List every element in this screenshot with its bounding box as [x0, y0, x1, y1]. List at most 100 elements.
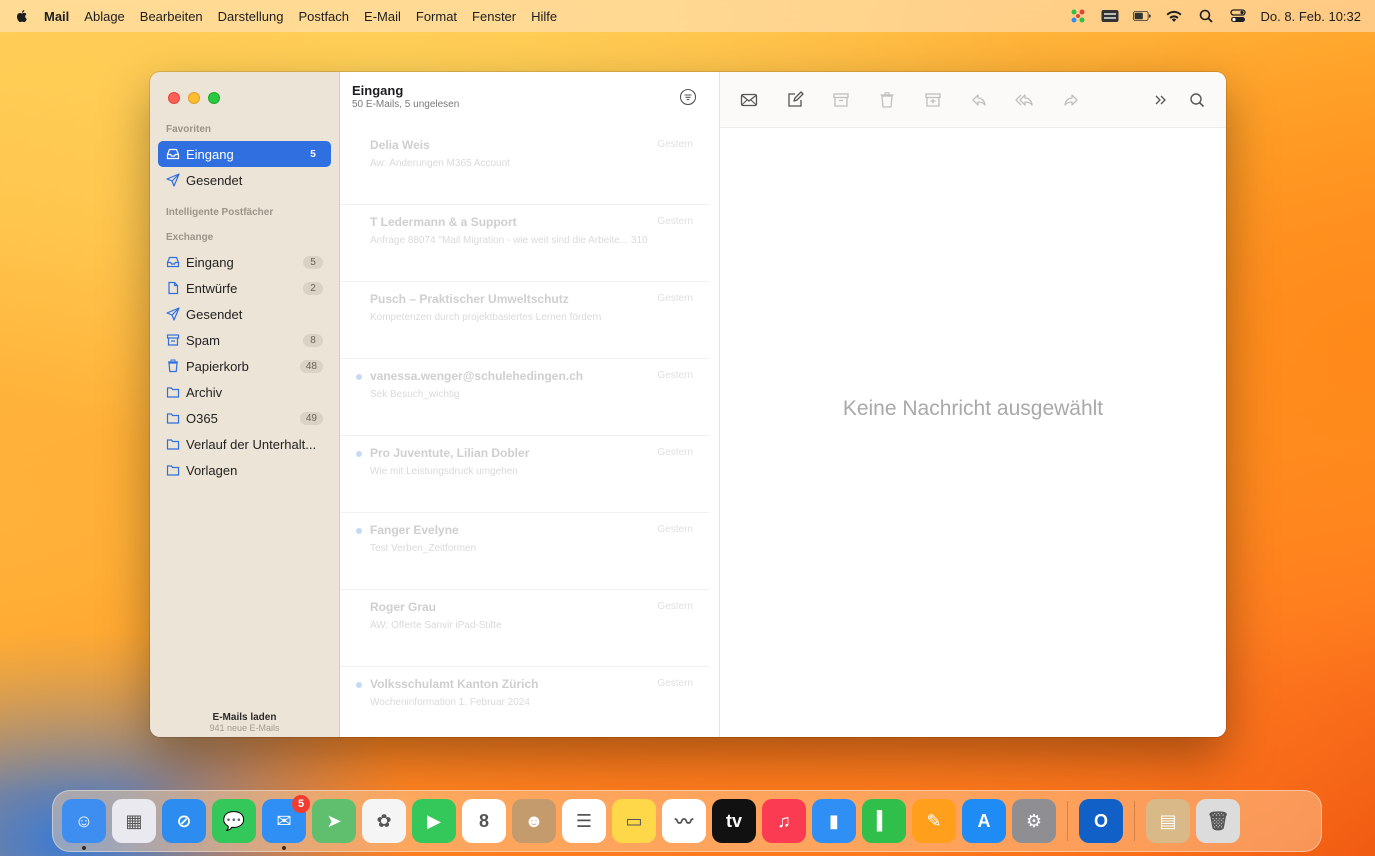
wifi-icon[interactable] — [1165, 8, 1183, 24]
dock-system-settings-icon[interactable]: ⚙ — [1012, 799, 1056, 843]
message-subject: Wie mit Leistungsdruck umgehen — [370, 466, 518, 477]
sidebar-item-conversation-history[interactable]: Verlauf der Unterhalt... — [158, 431, 331, 457]
delete-button[interactable] — [876, 89, 898, 111]
unread-dot-icon — [356, 374, 362, 380]
reply-all-button[interactable] — [1014, 89, 1036, 111]
message-subject: Sek Besuch_wichtig — [370, 389, 460, 400]
control-center-icon[interactable] — [1229, 8, 1247, 24]
filter-icon[interactable] — [679, 88, 697, 106]
window-controls — [150, 86, 339, 110]
dock-music-icon[interactable]: ♫ — [762, 799, 806, 843]
junk-icon — [166, 334, 180, 346]
junk-button[interactable] — [922, 89, 944, 111]
sidebar-item-fav-sent[interactable]: Gesendet — [158, 167, 331, 193]
close-window-button[interactable] — [168, 92, 180, 104]
dock-safari-icon[interactable]: ⊘ — [162, 799, 206, 843]
sidebar-item-drafts[interactable]: Entwürfe 2 — [158, 275, 331, 301]
sidebar-item-sent[interactable]: Gesendet — [158, 301, 331, 327]
sidebar-item-label: Vorlagen — [186, 462, 238, 478]
menu-email[interactable]: E-Mail — [364, 9, 401, 24]
menu-ablage[interactable]: Ablage — [84, 9, 124, 24]
sidebar-item-archive[interactable]: Archiv — [158, 379, 331, 405]
keyboard-icon[interactable] — [1101, 8, 1119, 24]
dock-keynote-icon[interactable]: ▮ — [812, 799, 856, 843]
compose-button[interactable] — [784, 89, 806, 111]
sidebar-section-smart-mailboxes[interactable]: Intelligente Postfächer — [150, 207, 339, 218]
sidebar-item-trash[interactable]: Papierkorb 48 — [158, 353, 331, 379]
menu-format[interactable]: Format — [416, 9, 457, 24]
sidebar-item-o365[interactable]: O365 49 — [158, 405, 331, 431]
message-date: Gestern — [657, 370, 693, 381]
dock-outlook-icon[interactable]: O — [1079, 799, 1123, 843]
dock-trash-icon[interactable]: 🗑 — [1196, 799, 1240, 843]
sent-icon — [166, 307, 180, 321]
sidebar-item-exchange-inbox[interactable]: Eingang 5 — [158, 249, 331, 275]
message-row[interactable]: Delia Weis Gestern Aw: Änderungen M365 A… — [340, 128, 709, 205]
sidebar-item-fav-inbox[interactable]: Eingang 5 — [158, 141, 331, 167]
minimize-window-button[interactable] — [188, 92, 200, 104]
running-indicator — [282, 846, 286, 850]
sidebar-item-label: Eingang — [186, 254, 234, 270]
sidebar-item-templates[interactable]: Vorlagen — [158, 457, 331, 483]
folder-icon — [166, 465, 180, 476]
more-toolbar-button[interactable] — [1150, 89, 1172, 111]
dock-pages-icon[interactable]: ✎ — [912, 799, 956, 843]
forward-button[interactable] — [1060, 89, 1082, 111]
apple-logo-icon[interactable] — [14, 8, 30, 24]
dock-numbers-icon[interactable]: ▍ — [862, 799, 906, 843]
message-row[interactable]: vanessa.wenger@schulehedingen.ch Gestern… — [340, 359, 709, 436]
dock-finder-icon[interactable]: ☺ — [62, 799, 106, 850]
battery-icon[interactable] — [1132, 8, 1151, 24]
mailbox-subtitle: 50 E-Mails, 5 ungelesen — [352, 99, 460, 110]
unread-count-badge: 5 — [310, 148, 316, 160]
toolbar — [720, 72, 1226, 128]
dock-appletv-icon[interactable]: tv — [712, 799, 756, 843]
zoom-window-button[interactable] — [208, 92, 220, 104]
dock-reminders-icon[interactable]: ☰ — [562, 799, 606, 843]
message-subject: Kompetenzen durch projektbasiertes Lerne… — [370, 312, 602, 323]
menu-app-name[interactable]: Mail — [44, 9, 69, 24]
dock-mail-icon[interactable]: ✉ 5 — [262, 795, 310, 850]
menu-hilfe[interactable]: Hilfe — [531, 9, 557, 24]
dock-photos-icon[interactable]: ✿ — [362, 799, 406, 843]
message-subject: Wocheninformation 1. Februar 2024 — [370, 697, 530, 708]
dock-messages-icon[interactable]: 💬 — [212, 799, 256, 843]
spotlight-icon[interactable] — [1197, 8, 1215, 24]
sent-icon — [166, 173, 180, 187]
message-row[interactable]: Roger Grau Gestern AW: Offerte Sanvir iP… — [340, 590, 709, 667]
menubar-clock[interactable]: Do. 8. Feb. 10:32 — [1261, 9, 1361, 24]
dock-facetime-icon[interactable]: ▶ — [412, 799, 456, 843]
menu-darstellung[interactable]: Darstellung — [218, 9, 284, 24]
mailbox-title: Eingang — [352, 83, 404, 98]
message-row[interactable]: Pusch – Praktischer Umweltschutz Gestern… — [340, 282, 709, 359]
dock-appstore-icon[interactable]: A — [962, 799, 1006, 843]
message-date: Gestern — [657, 601, 693, 612]
sidebar-section-exchange[interactable]: Exchange — [150, 232, 339, 243]
reply-button[interactable] — [968, 89, 990, 111]
archive-button[interactable] — [830, 89, 852, 111]
dock-maps-icon[interactable]: ➤ — [312, 799, 356, 843]
dock-downloads-icon[interactable]: ▤ — [1146, 799, 1190, 843]
dock-calendar-icon[interactable]: 8 — [462, 799, 506, 843]
chevron-double-right-icon — [1155, 95, 1166, 104]
pinwheel-icon[interactable] — [1069, 8, 1087, 24]
search-button[interactable] — [1186, 89, 1208, 111]
dock-notes-icon[interactable]: ▭ — [612, 799, 656, 843]
menu-bearbeiten[interactable]: Bearbeiten — [140, 9, 203, 24]
dock-launchpad-icon[interactable]: ▦ — [112, 799, 156, 843]
trash-icon — [880, 91, 894, 108]
get-mail-button[interactable] — [738, 89, 760, 111]
message-row[interactable]: Pro Juventute, Lilian Dobler Gestern Wie… — [340, 436, 709, 513]
sidebar-item-spam[interactable]: Spam 8 — [158, 327, 331, 353]
message-row[interactable]: T Ledermann & a Support Gestern Anfrage … — [340, 205, 709, 282]
sidebar-section-favorites: Favoriten — [166, 124, 212, 135]
message-date: Gestern — [657, 524, 693, 535]
message-row[interactable]: Fanger Evelyne Gestern Test Verben_Zeitf… — [340, 513, 709, 590]
message-row[interactable]: Volksschulamt Kanton Zürich Gestern Woch… — [340, 667, 709, 737]
menu-fenster[interactable]: Fenster — [472, 9, 516, 24]
menu-postfach[interactable]: Postfach — [298, 9, 349, 24]
message-date: Gestern — [657, 447, 693, 458]
sidebar-item-label: Archiv — [186, 384, 223, 400]
dock-contacts-icon[interactable]: ☻ — [512, 799, 556, 843]
dock-freeform-icon[interactable]: 〰 — [662, 799, 706, 843]
